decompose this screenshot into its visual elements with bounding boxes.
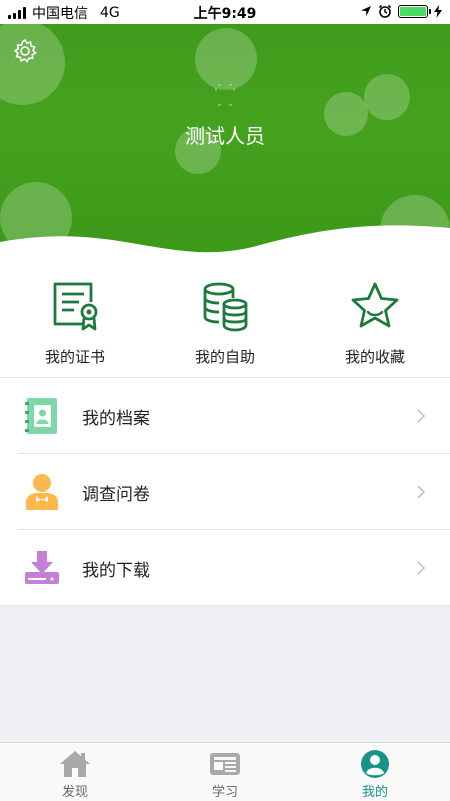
avatar[interactable] (215, 84, 235, 106)
tab-label: 发现 (61, 785, 88, 800)
tab-label: 学习 (211, 785, 238, 800)
user-icon (361, 750, 389, 778)
star-icon (351, 282, 399, 328)
user-name: 测试人员 (185, 124, 265, 148)
quick-action-label: 我的自助 (194, 348, 255, 366)
newspaper-icon (210, 753, 240, 775)
list-item-archive[interactable]: 我的档案 (0, 378, 450, 454)
charging-icon (434, 4, 442, 18)
menu-list: 我的档案 调查问卷 我的下载 (0, 378, 450, 606)
battery-icon (398, 4, 431, 18)
quick-actions: 我的证书 我的自助 我的收藏 (0, 270, 450, 378)
divider (0, 605, 450, 606)
chevron-right-icon (417, 561, 426, 575)
status-bar: 中国电信 4G 上午9:49 (0, 0, 450, 24)
header-wave (0, 225, 450, 270)
chevron-right-icon (417, 409, 426, 423)
tab-label: 我的 (361, 785, 388, 800)
certificate-icon (53, 282, 98, 331)
decor-bubble (195, 28, 257, 90)
survey-person-icon (26, 474, 58, 510)
download-icon (25, 551, 59, 584)
gear-icon[interactable] (12, 38, 38, 64)
quick-action-favorites[interactable]: 我的收藏 (320, 280, 430, 367)
chevron-right-icon (417, 485, 426, 499)
quick-action-label: 我的证书 (44, 348, 105, 366)
list-item-download[interactable]: 我的下载 (0, 530, 450, 606)
quick-action-certificate[interactable]: 我的证书 (20, 280, 130, 367)
list-item-label: 调查问卷 (82, 484, 150, 505)
tab-bar: 发现 学习 我的 (0, 742, 450, 801)
decor-bubble (364, 74, 410, 120)
alarm-icon (378, 4, 392, 18)
list-item-label: 我的下载 (82, 560, 150, 581)
tab-study[interactable]: 学习 (165, 743, 285, 801)
archive-book-icon (25, 398, 57, 434)
tab-mine[interactable]: 我的 (315, 743, 435, 801)
quick-action-self-service[interactable]: 我的自助 (170, 280, 280, 367)
tab-discover[interactable]: 发现 (15, 743, 135, 801)
location-icon (361, 6, 371, 16)
quick-action-label: 我的收藏 (344, 348, 405, 366)
list-item-label: 我的档案 (82, 408, 150, 429)
database-icon (203, 282, 248, 332)
list-item-survey[interactable]: 调查问卷 (0, 454, 450, 530)
home-icon (60, 751, 90, 777)
